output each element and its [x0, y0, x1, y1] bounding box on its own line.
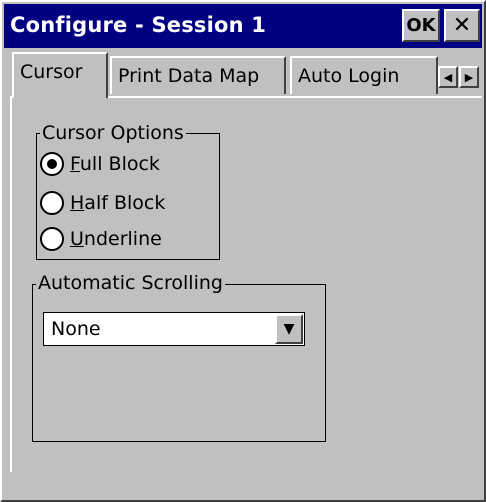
window-title: Configure - Session 1	[10, 13, 267, 37]
arrow-left-icon: ◀	[443, 70, 453, 84]
select-value: None	[51, 318, 101, 340]
close-icon: ✕	[452, 13, 472, 38]
chevron-down-icon: ▼	[283, 321, 295, 337]
tab-scroll-left-button[interactable]: ◀	[438, 66, 458, 88]
radio-unchecked-icon	[40, 191, 64, 215]
configure-dialog: Configure - Session 1 OK ✕ Cursor Print …	[0, 0, 486, 502]
close-button[interactable]: ✕	[444, 9, 480, 42]
arrow-right-icon: ▶	[464, 70, 474, 84]
tab-print-data-map[interactable]: Print Data Map	[110, 56, 286, 94]
tab-cursor[interactable]: Cursor	[12, 52, 108, 98]
ok-button[interactable]: OK	[402, 9, 440, 42]
radio-underline[interactable]: Underline	[40, 224, 162, 254]
radio-label: Full Block	[70, 153, 160, 175]
automatic-scrolling-group	[32, 284, 326, 442]
tab-strip: Cursor Print Data Map Auto Login ◀ ▶	[4, 50, 482, 98]
radio-label: Half Block	[70, 192, 166, 214]
radio-label: Underline	[70, 228, 162, 250]
radio-checked-icon	[40, 152, 64, 176]
tab-auto-login[interactable]: Auto Login	[290, 56, 438, 94]
title-bar: Configure - Session 1 OK ✕	[4, 4, 482, 48]
radio-half-block[interactable]: Half Block	[40, 188, 165, 218]
cursor-options-title: Cursor Options	[40, 122, 186, 144]
dropdown-button[interactable]: ▼	[275, 314, 303, 344]
automatic-scrolling-select[interactable]: None ▼	[43, 312, 305, 346]
automatic-scrolling-title: Automatic Scrolling	[36, 272, 225, 294]
tab-scroll-right-button[interactable]: ▶	[459, 66, 479, 88]
radio-full-block[interactable]: Full Block	[40, 149, 160, 179]
radio-unchecked-icon	[40, 227, 64, 251]
